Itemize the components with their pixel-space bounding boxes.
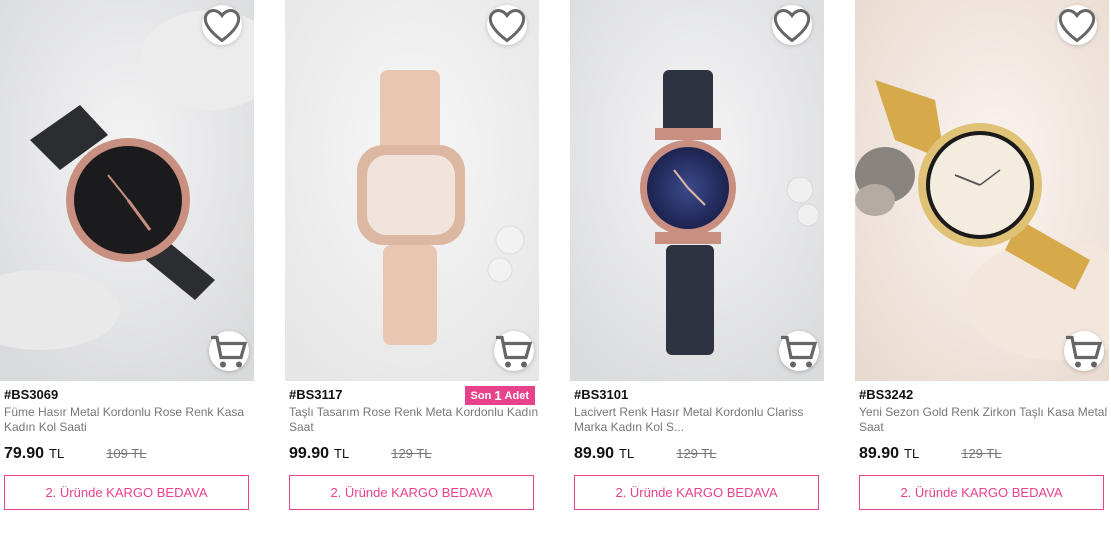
product-sku: #BS3117 [289,387,343,402]
old-price: 109 TL [106,446,147,461]
favorite-button[interactable] [1057,5,1097,45]
cart-icon [1066,335,1103,367]
product-title[interactable]: Yeni Sezon Gold Renk Zirkon Taşlı Kasa M… [859,405,1109,435]
product-image[interactable] [285,0,539,381]
currency: TL [619,446,635,461]
stock-badge-prefix: Son [470,389,492,402]
product-card[interactable]: #BS3117 Son 1 Adet Taşlı Tasarım Rose Re… [285,0,539,533]
product-card[interactable]: #BS3242 Yeni Sezon Gold Renk Zirkon Taşl… [855,0,1109,533]
price-row: 89.90 TL 129 TL [574,445,716,463]
add-to-cart-button[interactable] [1064,331,1104,371]
free-shipping-button[interactable]: 2. Üründe KARGO BEDAVA [859,475,1104,510]
cart-icon [496,335,533,367]
favorite-button[interactable] [202,5,242,45]
product-card[interactable]: #BS3069 Füme Hasır Metal Kordonlu Rose R… [0,0,254,533]
price: 99.90 [289,445,330,462]
product-title[interactable]: Füme Hasır Metal Kordonlu Rose Renk Kasa… [4,405,254,435]
favorite-button[interactable] [772,5,812,45]
product-image[interactable] [0,0,254,381]
cart-icon [211,335,248,367]
price: 89.90 [859,445,900,462]
currency: TL [904,446,920,461]
product-grid: #BS3069 Füme Hasır Metal Kordonlu Rose R… [0,0,1111,533]
product-sku: #BS3242 [859,387,914,402]
free-shipping-button[interactable]: 2. Üründe KARGO BEDAVA [289,475,534,510]
free-shipping-button[interactable]: 2. Üründe KARGO BEDAVA [574,475,819,510]
product-image[interactable] [855,0,1109,381]
add-to-cart-button[interactable] [494,331,534,371]
product-sku: #BS3101 [574,387,629,402]
stock-badge-count: 1 [494,388,502,403]
price: 89.90 [574,445,615,462]
old-price: 129 TL [676,446,717,461]
product-title[interactable]: Lacivert Renk Hasır Metal Kordonlu Clari… [574,405,824,435]
price: 79.90 [4,445,45,462]
product-sku: #BS3069 [4,387,59,402]
old-price: 129 TL [961,446,1002,461]
product-title[interactable]: Taşlı Tasarım Rose Renk Meta Kordonlu Ka… [289,405,539,435]
cart-icon [781,335,818,367]
old-price: 129 TL [391,446,432,461]
price-row: 99.90 TL 129 TL [289,445,431,463]
price-row: 89.90 TL 129 TL [859,445,1001,463]
favorite-button[interactable] [487,5,527,45]
currency: TL [49,446,65,461]
add-to-cart-button[interactable] [209,331,249,371]
stock-badge-suffix: Adet [504,389,529,402]
price-row: 79.90 TL 109 TL [4,445,146,463]
product-image[interactable] [570,0,824,381]
add-to-cart-button[interactable] [779,331,819,371]
free-shipping-button[interactable]: 2. Üründe KARGO BEDAVA [4,475,249,510]
low-stock-badge: Son 1 Adet [464,386,535,405]
currency: TL [334,446,350,461]
product-card[interactable]: #BS3101 Lacivert Renk Hasır Metal Kordon… [570,0,824,533]
